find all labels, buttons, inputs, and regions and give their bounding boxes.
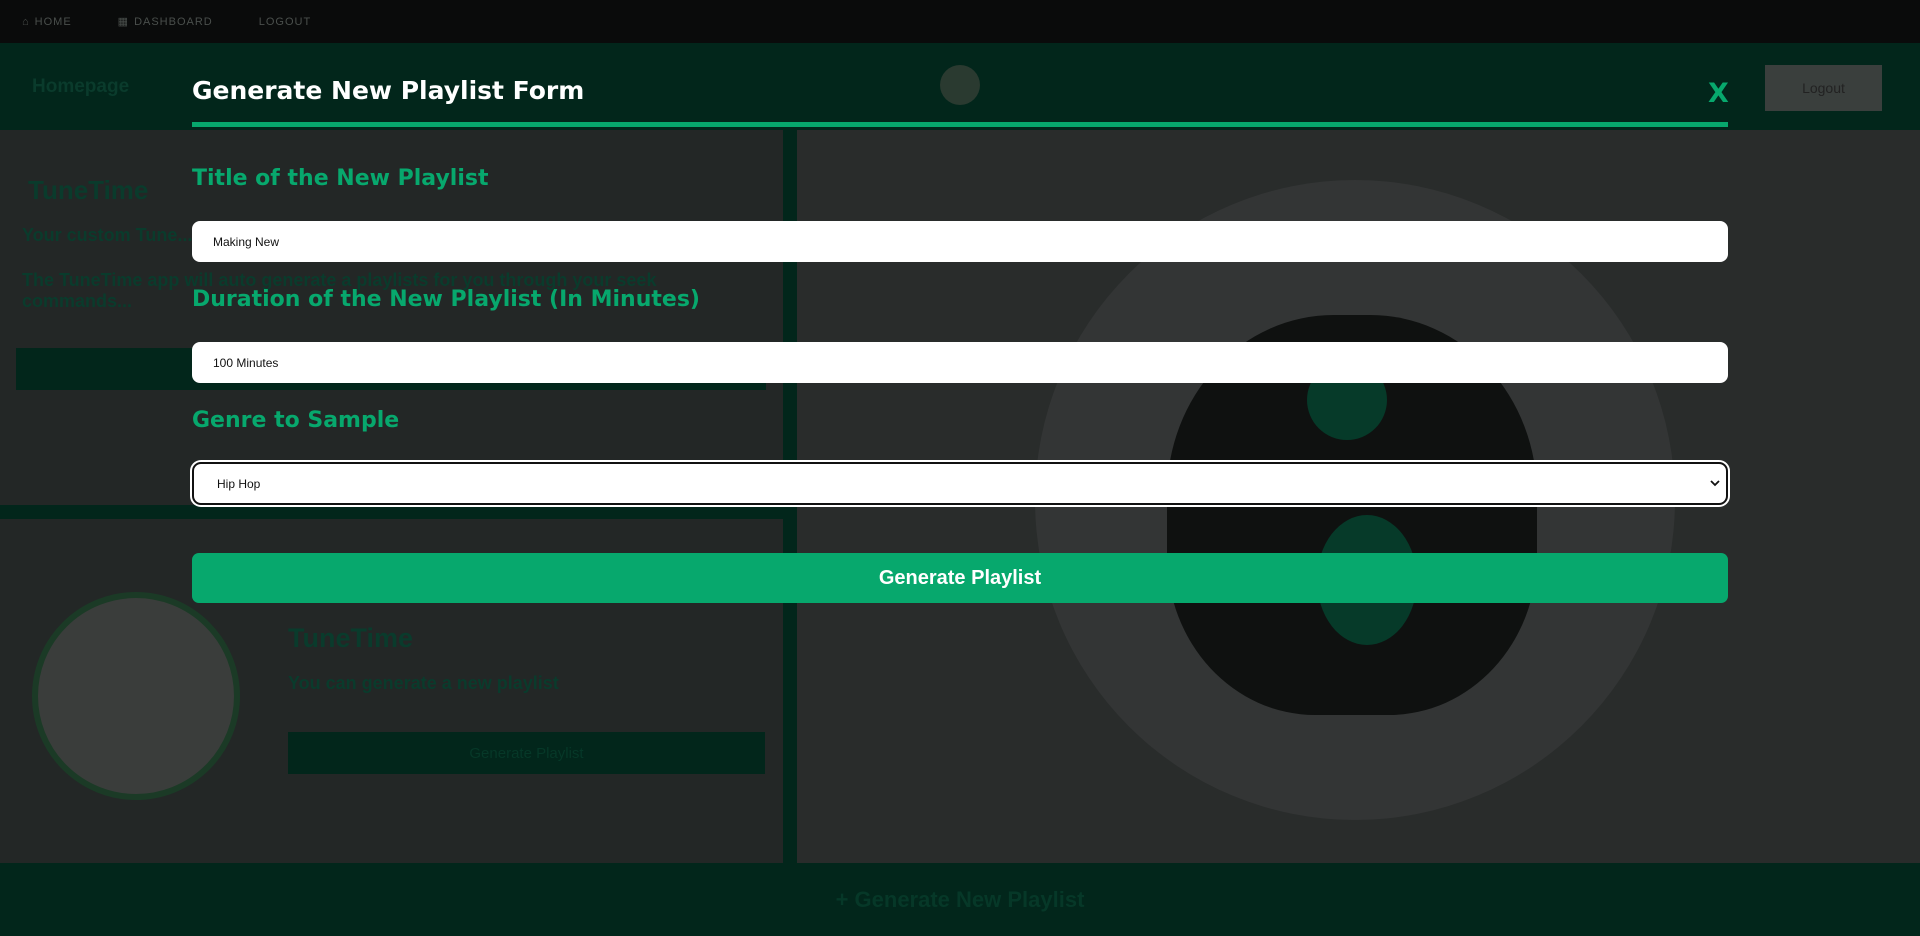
duration-label: Duration of the New Playlist (In Minutes…: [192, 287, 700, 312]
playlist-title-input[interactable]: [192, 221, 1728, 262]
genre-select[interactable]: Hip Hop: [192, 462, 1728, 505]
title-divider: [192, 122, 1728, 127]
genre-label: Genre to Sample: [192, 408, 400, 433]
duration-input[interactable]: [192, 342, 1728, 383]
playlist-title-label: Title of the New Playlist: [192, 166, 489, 191]
playlist-form-modal: Generate New Playlist Form X Title of th…: [192, 0, 1729, 620]
close-button[interactable]: X: [1708, 78, 1729, 109]
chevron-down-icon: [1708, 477, 1722, 491]
modal-title: Generate New Playlist Form: [192, 76, 585, 105]
genre-selected-value: Hip Hop: [217, 476, 261, 491]
generate-playlist-button[interactable]: Generate Playlist: [192, 553, 1728, 603]
